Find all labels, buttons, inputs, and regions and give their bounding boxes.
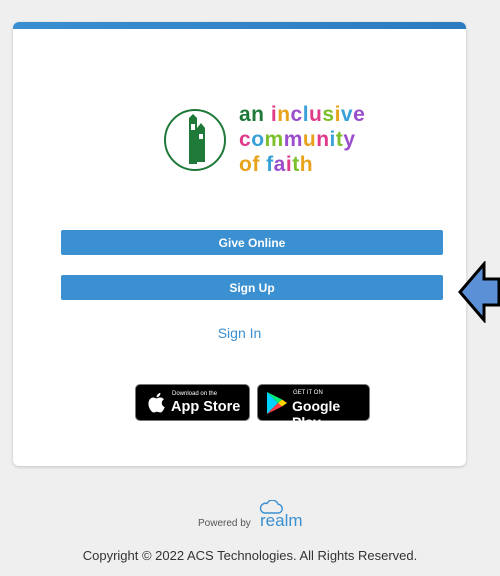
logo-letter: an	[239, 103, 271, 126]
logo-letter: c	[239, 128, 252, 151]
logo-wordmark: an inclusive community of faith	[239, 102, 365, 177]
app-store-badge[interactable]: Download on the App Store	[135, 384, 250, 421]
logo-line-2: community	[239, 127, 365, 152]
app-store-text: App Store	[171, 399, 241, 415]
logo-letter: t	[335, 128, 344, 151]
give-online-button[interactable]: Give Online	[61, 230, 443, 255]
powered-by-label: Powered by	[198, 518, 251, 529]
logo-letter: s	[322, 103, 335, 126]
app-store-small-text: Download on the	[172, 391, 218, 397]
logo-letter: of	[239, 153, 267, 176]
logo-letter: y	[343, 128, 356, 151]
logo-line-3: of faith	[239, 152, 365, 177]
google-play-icon	[267, 392, 287, 414]
logo-letter: v	[340, 103, 354, 126]
sign-up-button[interactable]: Sign Up	[61, 275, 443, 300]
logo-letter: h	[299, 153, 314, 176]
logo-letter: m	[283, 128, 303, 151]
logo-letter: f	[266, 153, 274, 176]
logo-letter: t	[292, 153, 300, 176]
logo-letter: n	[277, 103, 291, 126]
powered-by-realm[interactable]: Powered by realm	[198, 500, 318, 534]
apple-icon	[148, 392, 165, 413]
google-play-small-text: GET IT ON	[293, 390, 323, 396]
google-play-text: Google Play	[292, 398, 341, 430]
logo-letter: u	[302, 128, 317, 151]
copyright-text: Copyright © 2022 ACS Technologies. All R…	[82, 548, 418, 563]
logo-letter: n	[316, 128, 330, 151]
card-top-accent-bar	[13, 22, 466, 29]
church-logo: an inclusive community of faith	[163, 102, 383, 184]
realm-brand: realm	[260, 511, 303, 530]
left-arrow-annotation-icon	[458, 261, 500, 323]
logo-letter: m	[264, 128, 284, 151]
logo-line-1: an inclusive	[239, 102, 365, 127]
logo-letter: a	[273, 153, 286, 176]
logo-letter: c	[290, 103, 303, 126]
login-card: an inclusive community of faith Give Onl…	[13, 22, 466, 466]
sign-in-link[interactable]: Sign In	[13, 325, 466, 341]
google-play-badge[interactable]: GET IT ON Google Play	[257, 384, 370, 430]
church-tower-logo-icon	[164, 109, 226, 171]
logo-letter: u	[309, 103, 323, 126]
logo-letter: e	[353, 103, 366, 126]
logo-letter: o	[251, 128, 265, 151]
